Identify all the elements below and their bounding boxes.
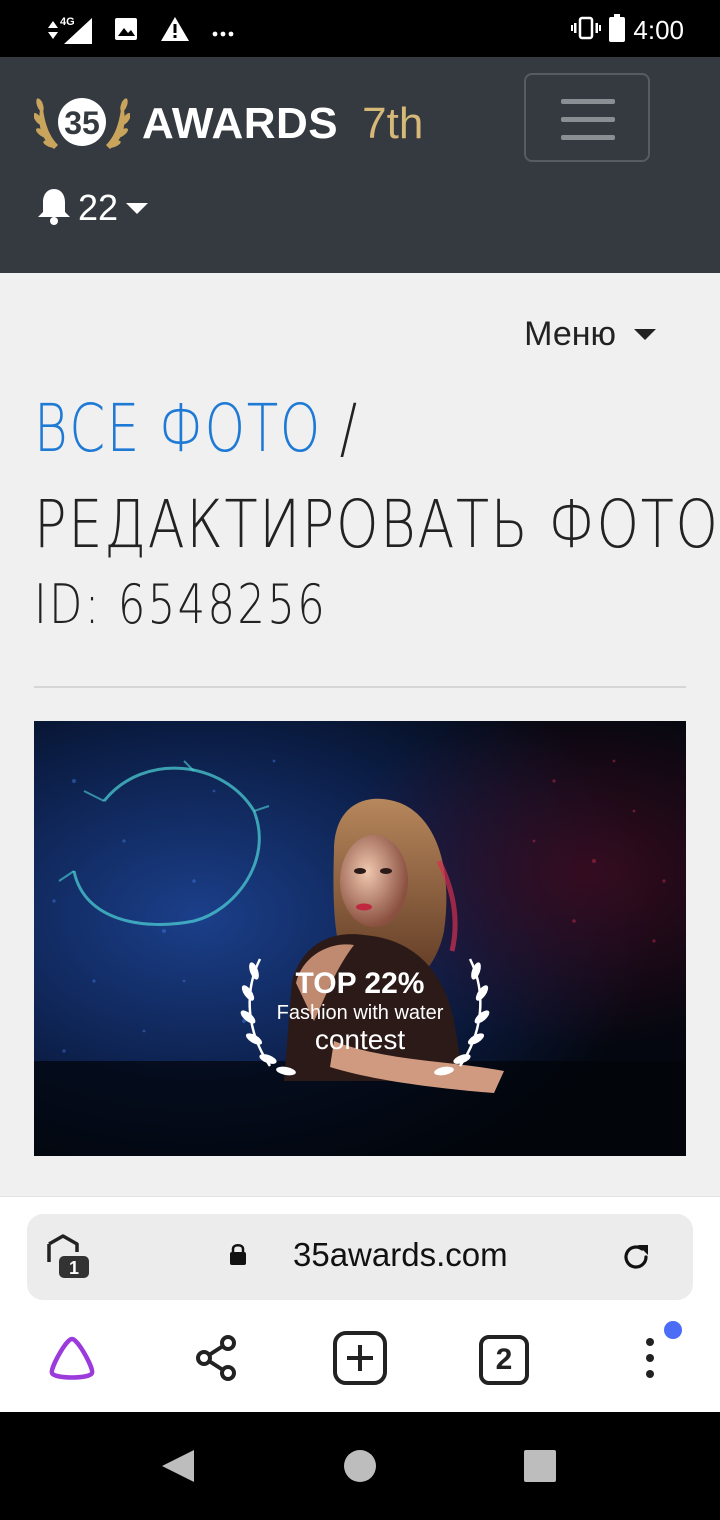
signal-icon: 4G [46, 16, 92, 44]
assistant-icon [46, 1335, 98, 1385]
battery-icon [609, 14, 626, 46]
chevron-down-icon [634, 329, 656, 340]
photo-id: ID: 6548256 [34, 573, 328, 636]
recents-icon[interactable] [523, 1449, 557, 1487]
notifications-dropdown[interactable]: 22 [36, 187, 149, 229]
lock-icon [229, 1242, 247, 1270]
page-heading: ВСЕ ФОТО / РЕДАКТИРОВАТЬ ФОТО [34, 381, 720, 573]
kebab-menu-icon [644, 1336, 656, 1384]
vibrate-icon [571, 16, 602, 44]
warning-icon [160, 16, 190, 46]
more-icon [212, 22, 234, 41]
shield-tab-icon[interactable]: 1 [45, 1232, 91, 1284]
address-bar[interactable]: 1 35awards.com [27, 1214, 693, 1300]
reload-icon[interactable] [621, 1242, 651, 1276]
badge-contest-name: Fashion with water [277, 1002, 444, 1024]
browser-toolbar: 1 35awards.com 2 [0, 1196, 720, 1412]
site-navbar: 35 AWARDS 7th 22 [0, 57, 720, 273]
notification-dot [664, 1321, 682, 1339]
hamburger-menu-button[interactable] [524, 73, 650, 162]
back-icon[interactable] [160, 1448, 196, 1488]
plus-square-icon [333, 1331, 387, 1389]
bell-icon [36, 187, 72, 229]
status-icons-right: 4:00 [571, 14, 684, 46]
breadcrumb-separator: / [321, 390, 359, 467]
laurel-logo-icon: 35 [33, 87, 131, 161]
status-bar: 4G 4:00 [0, 0, 720, 57]
hamburger-line [561, 135, 615, 140]
brand-name: AWARDS [142, 99, 339, 148]
tab-count: 2 [479, 1335, 529, 1385]
system-navigation-bar [0, 1412, 720, 1520]
svg-text:35: 35 [64, 105, 100, 141]
page-title: РЕДАКТИРОВАТЬ ФОТО [34, 486, 720, 563]
badge-rank: TOP 22% [296, 967, 425, 1000]
notifications-count: 22 [78, 187, 119, 228]
brand-logo[interactable]: 35 AWARDS 7th [33, 87, 424, 161]
browser-bottom-nav: 2 [0, 1315, 720, 1405]
home-icon[interactable] [343, 1449, 377, 1487]
clock: 4:00 [633, 14, 684, 45]
tabs-button[interactable]: 2 [464, 1315, 544, 1405]
share-icon [194, 1335, 238, 1385]
url-text: 35awards.com [293, 1236, 508, 1273]
hamburger-line [561, 99, 615, 104]
assistant-button[interactable] [32, 1315, 112, 1405]
main-content: Меню ВСЕ ФОТО / РЕДАКТИРОВАТЬ ФОТО ID: 6… [0, 273, 720, 1198]
network-type-label: 4G [60, 16, 75, 28]
security-badge-count: 1 [69, 1258, 79, 1278]
menu-dropdown[interactable]: Меню [524, 315, 656, 354]
menu-label: Меню [524, 315, 616, 353]
chevron-down-icon [126, 202, 149, 214]
share-button[interactable] [176, 1315, 256, 1405]
breadcrumb-all-photos-link[interactable]: ВСЕ ФОТО [34, 390, 322, 467]
image-icon [114, 17, 138, 45]
breadcrumb: ВСЕ ФОТО / [34, 381, 549, 477]
more-menu-button[interactable] [610, 1315, 690, 1405]
hamburger-line [561, 117, 615, 122]
divider [34, 686, 686, 688]
new-tab-button[interactable] [320, 1315, 400, 1405]
badge-contest-word: contest [315, 1024, 405, 1055]
brand-edition: 7th [362, 99, 424, 148]
photo-preview[interactable]: TOP 22% Fashion with water contest [34, 721, 686, 1156]
status-icons-left: 4G [46, 16, 234, 46]
